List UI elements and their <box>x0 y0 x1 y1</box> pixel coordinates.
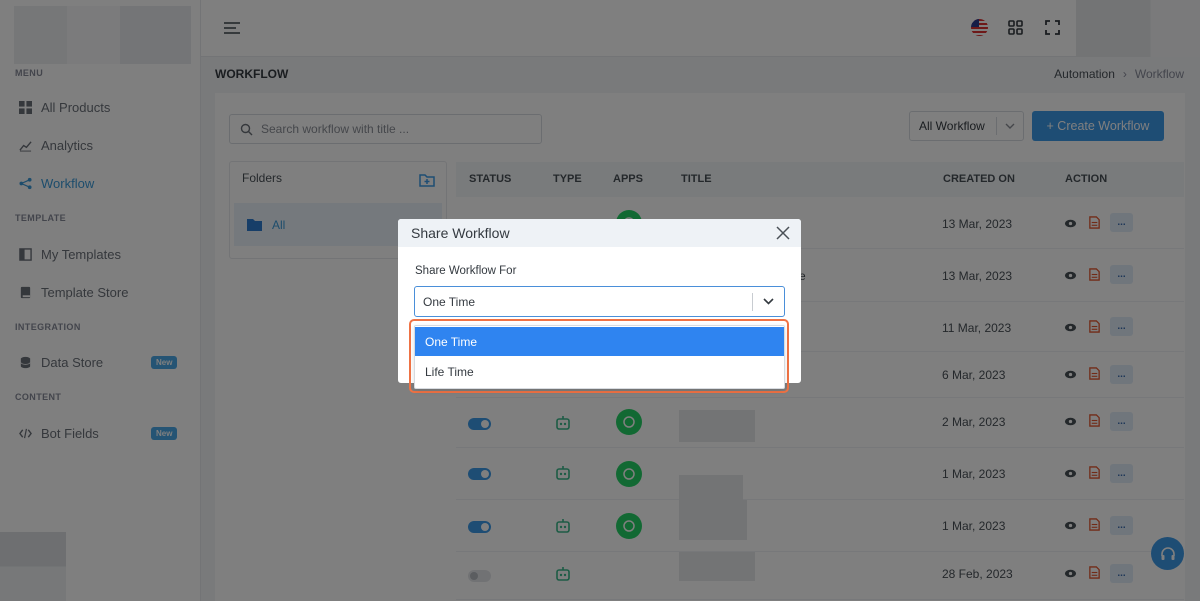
share-for-label: Share Workflow For <box>415 265 517 277</box>
option-life-time[interactable]: Life Time <box>415 357 784 386</box>
share-for-value: One Time <box>423 294 476 309</box>
chevron-down-icon[interactable] <box>753 298 784 305</box>
modal-title: Share Workflow <box>411 225 510 241</box>
close-icon[interactable] <box>776 226 790 240</box>
share-for-dropdown: One Time Life Time <box>414 325 785 389</box>
option-one-time[interactable]: One Time <box>415 327 784 356</box>
share-for-select[interactable]: One Time <box>414 286 785 317</box>
modal-header: Share Workflow <box>398 219 801 247</box>
